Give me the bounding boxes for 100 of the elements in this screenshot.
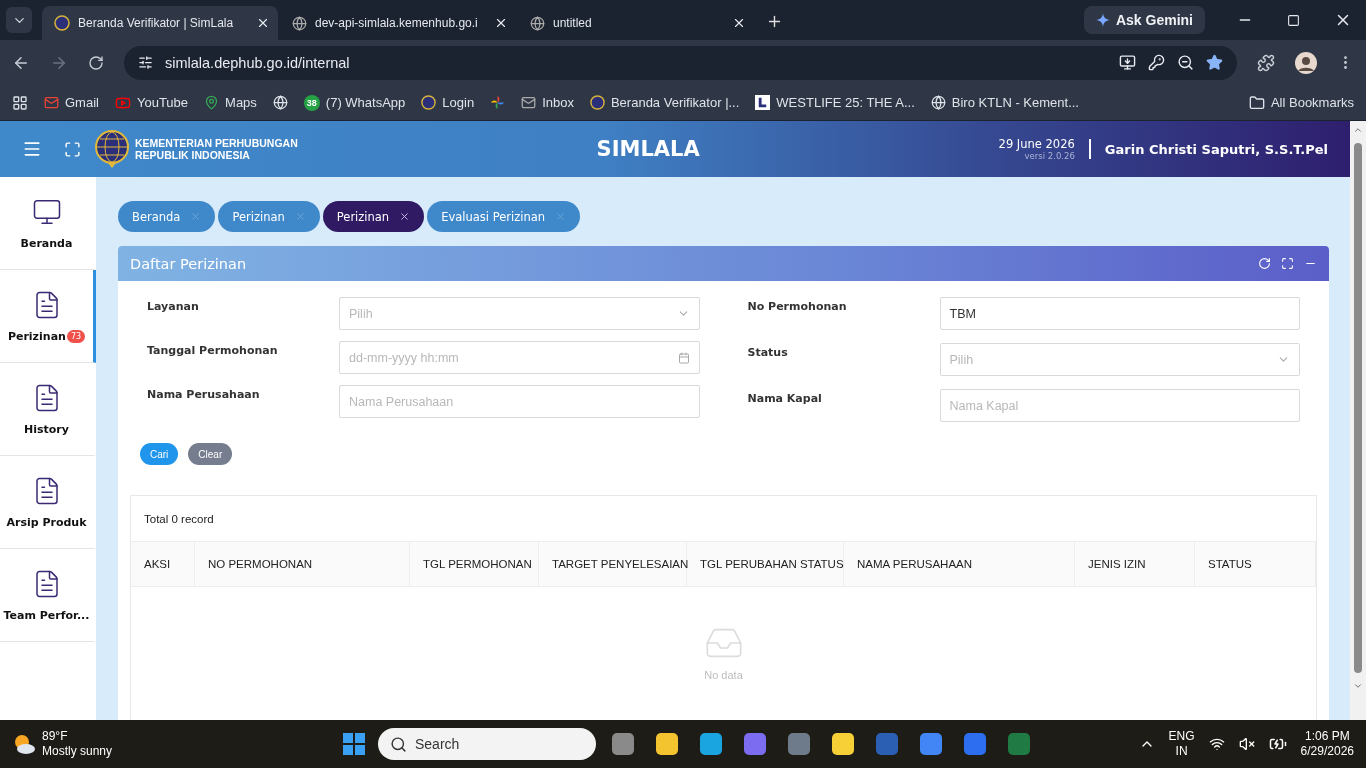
- sidebar-label: Beranda: [20, 236, 73, 250]
- weather-text: Mostly sunny: [42, 744, 113, 759]
- menu-icon[interactable]: [22, 139, 42, 159]
- browser-tab[interactable]: untitled: [518, 6, 754, 40]
- browser-tab[interactable]: Beranda Verifikator | SimLala: [42, 6, 278, 40]
- wifi-icon[interactable]: [1208, 736, 1225, 752]
- field-label: Layanan: [147, 299, 200, 313]
- refresh-icon[interactable]: [1258, 257, 1271, 270]
- date-text: 29 June 2026: [998, 137, 1075, 151]
- page-tab[interactable]: Perizinan: [322, 201, 425, 232]
- whatsapp-badge: 38: [303, 94, 320, 111]
- close-icon[interactable]: [732, 16, 746, 30]
- extensions-icon[interactable]: [1257, 53, 1275, 72]
- browser-tab[interactable]: dev-api-simlala.kemenhub.go.i: [280, 6, 516, 40]
- bookmark[interactable]: YouTube: [114, 94, 189, 111]
- address-bar[interactable]: simlala.dephub.go.id/internal: [124, 45, 1237, 80]
- page-tab[interactable]: Evaluasi Perizinan: [427, 201, 581, 232]
- avatar-icon[interactable]: [1295, 51, 1317, 74]
- bookmark[interactable]: Beranda Verifikator |...: [589, 95, 740, 110]
- field-label: No Permohonan: [747, 299, 848, 313]
- scroll-up-icon[interactable]: [1353, 125, 1363, 135]
- app-icon[interactable]: [654, 731, 680, 757]
- scroll-down-icon[interactable]: [1353, 681, 1363, 691]
- fullscreen-icon[interactable]: [1281, 257, 1294, 270]
- column-header: TARGET PENYELESAIAN: [539, 542, 687, 586]
- clock[interactable]: 1:06 PM 6/29/2026: [1300, 729, 1354, 759]
- close-icon[interactable]: [494, 16, 508, 30]
- app-icon[interactable]: [918, 731, 944, 757]
- start-icon[interactable]: [342, 732, 366, 756]
- column-header: NAMA PERUSAHAAN: [844, 542, 1075, 586]
- sidebar-item[interactable]: Team Perfor...: [0, 549, 96, 642]
- clear-button[interactable]: Clear: [188, 443, 233, 465]
- page-tab[interactable]: Beranda: [118, 201, 216, 232]
- star-icon[interactable]: [1206, 54, 1223, 71]
- emblem-icon: [589, 95, 605, 110]
- bookmark[interactable]: Maps: [204, 95, 257, 110]
- bookmark[interactable]: Biro KTLN - Kement...: [930, 95, 1079, 110]
- app-icon[interactable]: [830, 731, 856, 757]
- reload-icon[interactable]: [88, 54, 104, 71]
- input-field[interactable]: TBM: [939, 297, 1300, 330]
- field-label: Tanggal Permohonan: [147, 343, 279, 357]
- globe-icon: [292, 15, 307, 31]
- page-tab[interactable]: Perizinan: [218, 201, 320, 232]
- sidebar-item[interactable]: Arsip Produk: [0, 456, 96, 549]
- app-icon[interactable]: [610, 731, 636, 757]
- temperature-text: 89°F: [42, 729, 69, 744]
- sparkle-icon: [1095, 13, 1110, 27]
- bookmark[interactable]: 38 (7) WhatsApp: [303, 94, 406, 111]
- bookmark[interactable]: Login: [421, 95, 475, 110]
- mute-icon[interactable]: [1238, 736, 1255, 752]
- map-pin-icon: [204, 95, 220, 110]
- count-badge: 73: [66, 329, 86, 343]
- emblem-icon: [95, 130, 129, 168]
- ask-gemini-button[interactable]: Ask Gemini: [1083, 6, 1205, 34]
- bookmark[interactable]: Inbox: [521, 95, 574, 110]
- install-icon[interactable]: [1119, 54, 1136, 71]
- sidebar-item[interactable]: History: [0, 363, 96, 456]
- restore-icon[interactable]: [1287, 13, 1300, 27]
- all-bookmarks[interactable]: All Bookmarks: [1248, 94, 1354, 111]
- mail-icon: [44, 95, 59, 110]
- record-count: Total 0 record: [143, 511, 215, 527]
- close-icon[interactable]: [399, 211, 411, 222]
- column-header: JENIS IZIN: [1075, 542, 1195, 586]
- new-tab-icon[interactable]: [766, 13, 783, 30]
- field-label: Nama Perusahaan: [147, 387, 261, 401]
- field-label: Status: [747, 345, 789, 359]
- sidebar-label: Perizinan: [7, 329, 66, 343]
- close-icon[interactable]: [256, 16, 270, 30]
- organization-name: KEMENTERIAN PERHUBUNGAN: [135, 137, 298, 149]
- language-indicator[interactable]: ENG IN: [1168, 729, 1195, 759]
- column-header: AKSI: [131, 542, 195, 586]
- tab-list-button[interactable]: [6, 7, 32, 33]
- sidebar-item[interactable]: Perizinan 73: [0, 270, 96, 363]
- bookmark[interactable]: [272, 95, 288, 110]
- column-header: NO PERMOHONAN: [195, 542, 410, 586]
- taskbar-search[interactable]: Search: [378, 728, 596, 760]
- scrollbar[interactable]: [1350, 121, 1366, 720]
- zoom-icon[interactable]: [1177, 54, 1194, 71]
- column-header: TGL PERUBAHAN STATUS: [687, 542, 844, 586]
- sidebar-item[interactable]: Beranda: [0, 177, 96, 270]
- globe-icon: [930, 95, 946, 110]
- column-header: STATUS: [1195, 542, 1316, 586]
- app-title: SIMLALA: [596, 137, 700, 161]
- app-icon[interactable]: [698, 731, 724, 757]
- sidebar-label: Team Perfor...: [3, 608, 90, 622]
- search-icon: [390, 735, 407, 753]
- pinwheel-icon: [490, 95, 506, 110]
- panel-title: Daftar Perizinan: [130, 255, 248, 272]
- sidebar-label: Arsip Produk: [6, 515, 87, 529]
- fullscreen-icon[interactable]: [64, 140, 81, 158]
- bookmark[interactable]: WESTLIFE 25: THE A...: [755, 95, 915, 110]
- bookmark[interactable]: [490, 95, 506, 110]
- organization-name: REPUBLIK INDONESIA: [135, 149, 251, 161]
- emblem-icon: [421, 95, 437, 110]
- key-icon[interactable]: [1148, 54, 1165, 71]
- apps-icon[interactable]: [12, 94, 28, 111]
- bookmark[interactable]: Gmail: [44, 95, 99, 110]
- sun-cloud-icon: [12, 733, 36, 755]
- version-text: versi 2.0.26: [1024, 151, 1075, 161]
- site-settings-icon[interactable]: [138, 55, 153, 70]
